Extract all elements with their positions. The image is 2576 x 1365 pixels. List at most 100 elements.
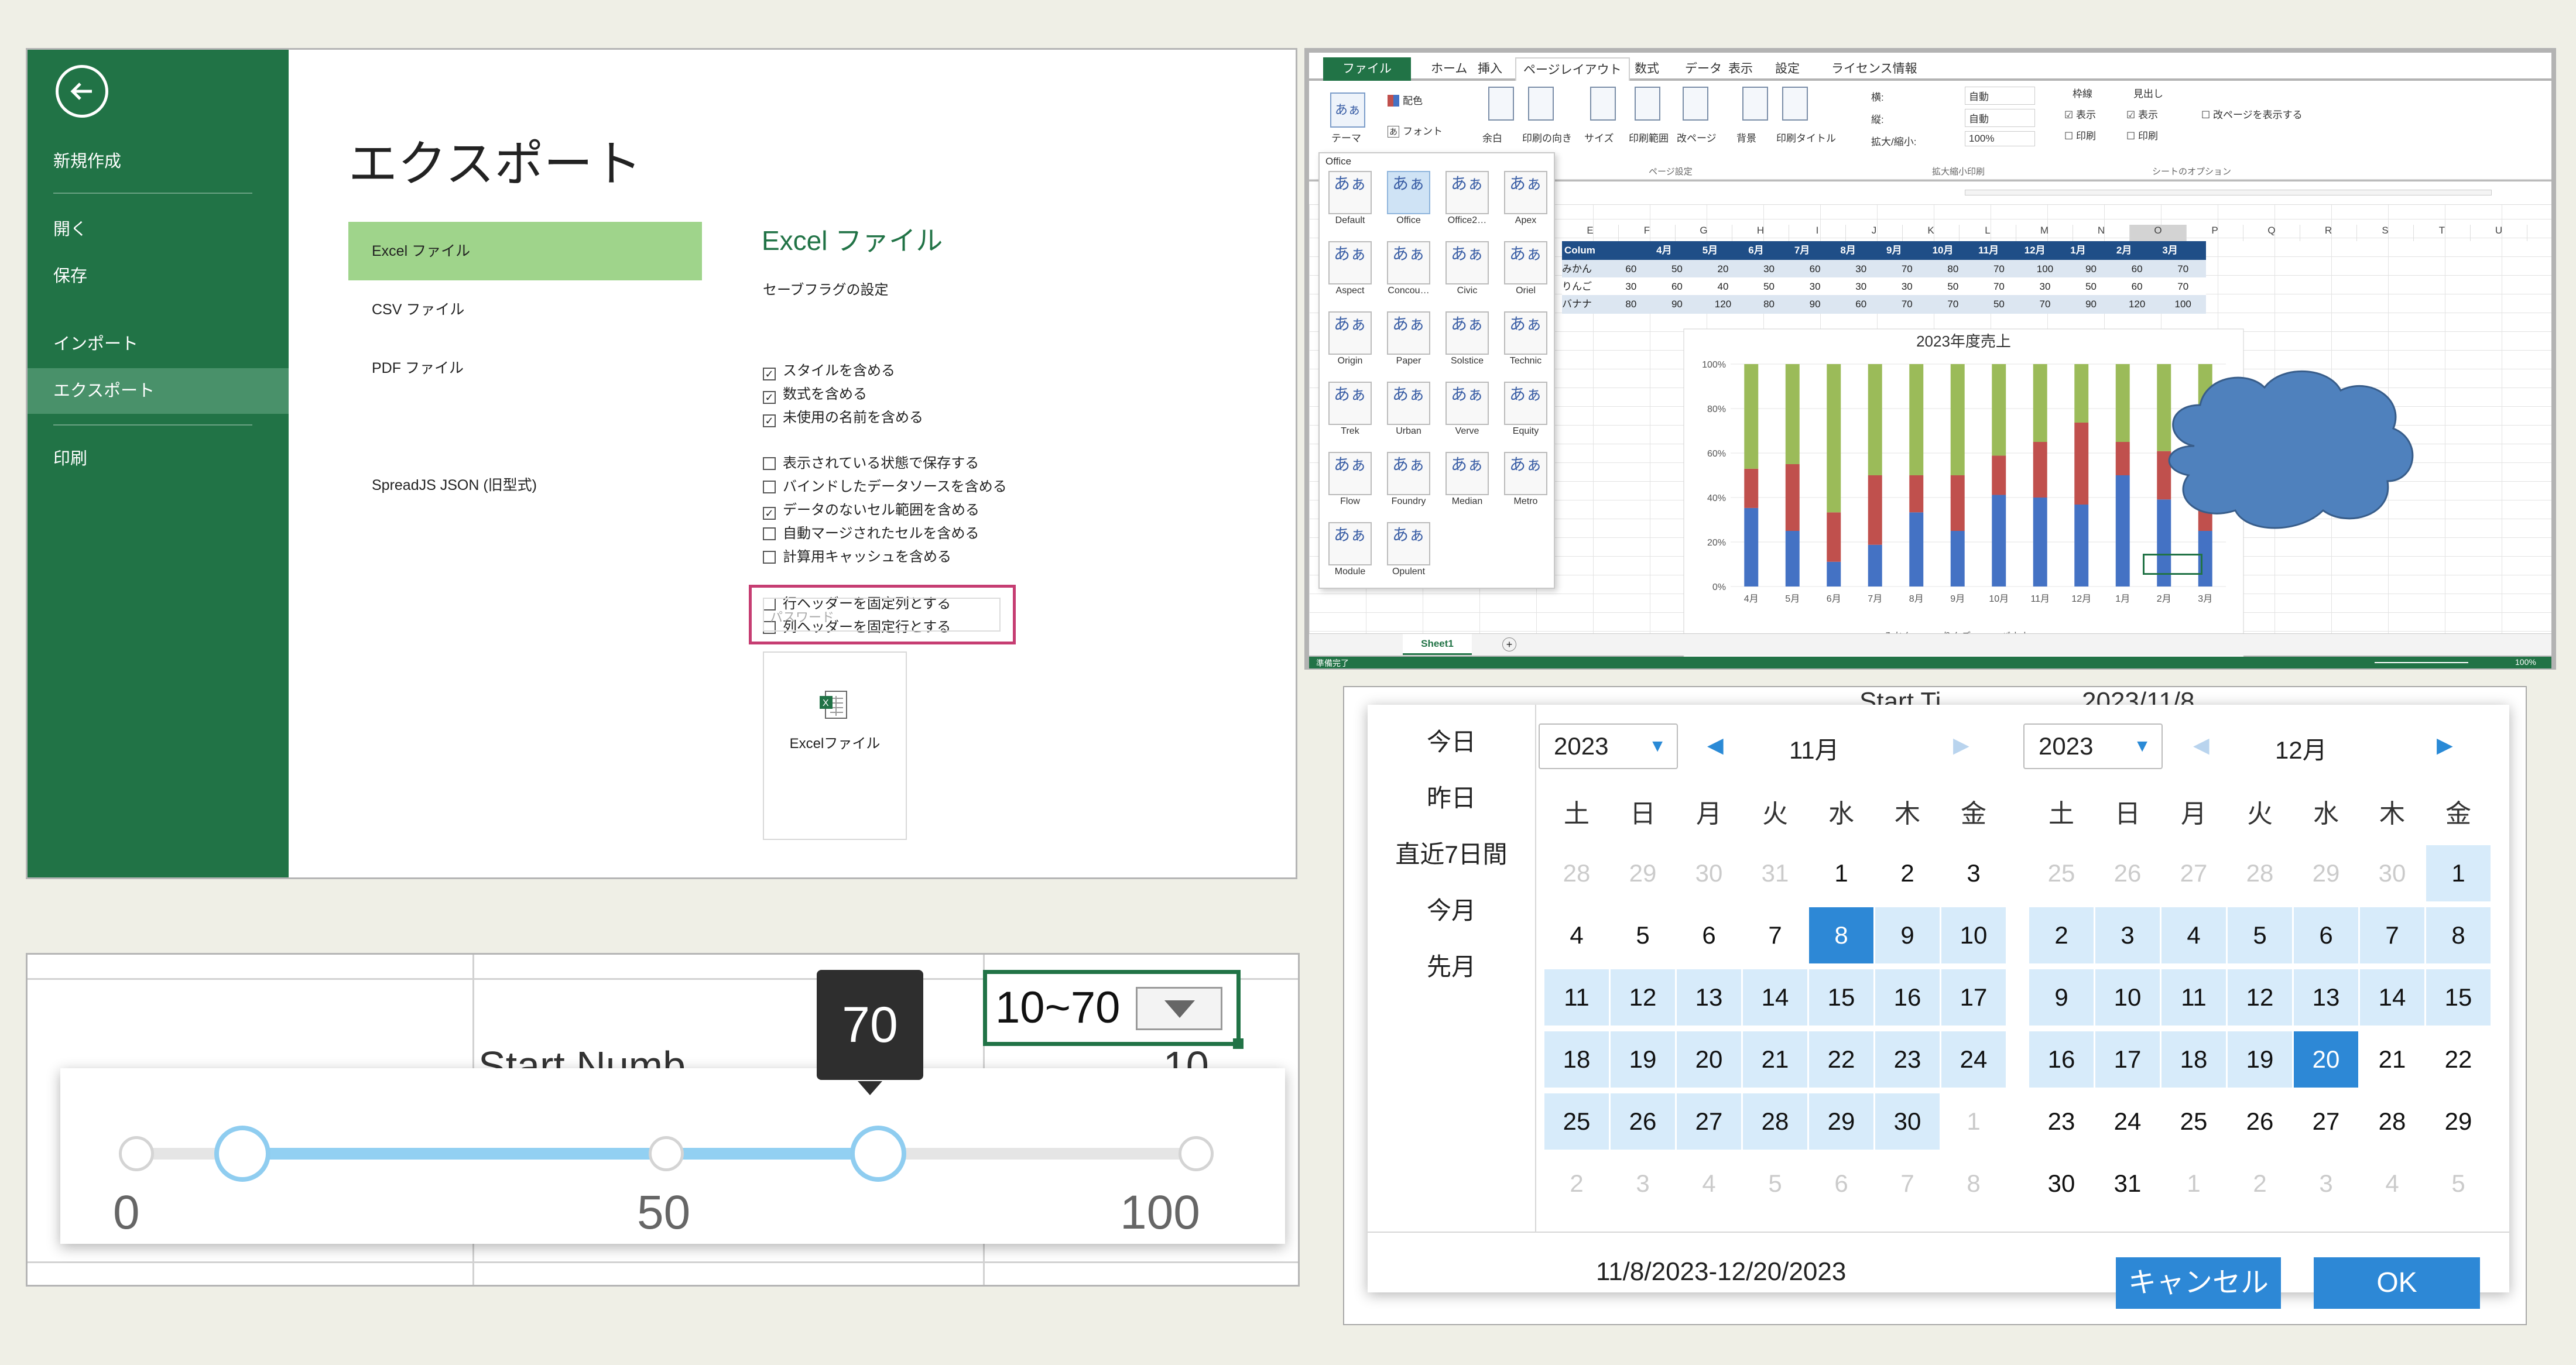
day-cell[interactable]: 10 xyxy=(2095,969,2160,1026)
day-cell[interactable]: 1 xyxy=(1941,1093,2006,1150)
day-cell[interactable]: 17 xyxy=(1941,969,2006,1026)
theme-option[interactable]: あぁ Urban xyxy=(1383,379,1434,448)
day-cell[interactable]: 4 xyxy=(1677,1155,1741,1212)
day-cell[interactable]: 9 xyxy=(1875,907,1940,963)
day-cell[interactable]: 1 xyxy=(2426,845,2491,901)
day-cell[interactable]: 19 xyxy=(2228,1031,2292,1088)
sidebar-item-print[interactable]: 印刷 xyxy=(28,436,289,482)
shortcut-item[interactable]: 今日 xyxy=(1368,722,1535,758)
slider-handle[interactable] xyxy=(850,1126,906,1182)
day-cell[interactable]: 31 xyxy=(1743,845,1807,901)
prev-month-icon[interactable]: ◀ xyxy=(1707,733,1724,757)
day-cell[interactable]: 14 xyxy=(1743,969,1807,1026)
day-cell[interactable]: 29 xyxy=(1809,1093,1873,1150)
theme-option[interactable]: あぁ Office xyxy=(1383,169,1434,238)
day-cell[interactable]: 24 xyxy=(1941,1031,2006,1088)
file-type-pdf[interactable]: PDF ファイル xyxy=(348,339,702,397)
day-cell[interactable]: 28 xyxy=(1544,845,1609,901)
day-cell[interactable]: 8 xyxy=(1809,907,1873,963)
theme-option[interactable]: あぁ Default xyxy=(1324,169,1376,238)
save-flag-checkbox[interactable]: ✓ スタイルを含める xyxy=(763,361,895,381)
theme-option[interactable]: あぁ Equity xyxy=(1500,379,1551,448)
day-cell[interactable]: 27 xyxy=(2294,1093,2358,1150)
day-cell[interactable]: 18 xyxy=(2161,1031,2226,1088)
day-cell[interactable]: 27 xyxy=(2161,845,2226,901)
save-flag-checkbox[interactable]: バインドしたデータソースを含める xyxy=(763,477,1007,497)
fill-handle[interactable] xyxy=(1233,1038,1244,1049)
save-flag-checkbox[interactable]: ✓ 数式を含める xyxy=(763,385,867,404)
sheet-tab-sheet1[interactable]: Sheet1 xyxy=(1403,634,1472,655)
day-cell[interactable]: 5 xyxy=(1611,907,1675,963)
theme-option[interactable]: あぁ Civic xyxy=(1441,239,1493,308)
day-cell[interactable]: 29 xyxy=(1611,845,1675,901)
day-cell[interactable]: 3 xyxy=(2294,1155,2358,1212)
day-cell[interactable]: 5 xyxy=(2228,907,2292,963)
day-cell[interactable]: 16 xyxy=(1875,969,1940,1026)
theme-option[interactable]: あぁ Verve xyxy=(1441,379,1493,448)
theme-option[interactable]: あぁ Aspect xyxy=(1324,239,1376,308)
day-cell[interactable]: 29 xyxy=(2426,1093,2491,1150)
day-cell[interactable]: 21 xyxy=(2360,1031,2424,1088)
add-sheet-icon[interactable]: + xyxy=(1502,637,1516,651)
theme-option[interactable]: あぁ Origin xyxy=(1324,309,1376,378)
day-cell[interactable]: 26 xyxy=(2095,845,2160,901)
shortcut-item[interactable]: 先月 xyxy=(1368,947,1535,983)
file-type-csv[interactable]: CSV ファイル xyxy=(348,280,702,339)
day-cell[interactable]: 4 xyxy=(2161,907,2226,963)
left-year-select[interactable]: 2023 ▼ xyxy=(1539,723,1678,769)
sidebar-item-export[interactable]: エクスポート xyxy=(28,368,289,414)
day-cell[interactable]: 10 xyxy=(1941,907,2006,963)
day-cell[interactable]: 26 xyxy=(1611,1093,1675,1150)
day-cell[interactable]: 4 xyxy=(2360,1155,2424,1212)
day-cell[interactable]: 8 xyxy=(1941,1155,2006,1212)
day-cell[interactable]: 13 xyxy=(1677,969,1741,1026)
day-cell[interactable]: 2 xyxy=(2228,1155,2292,1212)
day-cell[interactable]: 29 xyxy=(2294,845,2358,901)
theme-option[interactable]: あぁ Foundry xyxy=(1383,450,1434,519)
cloud-shape[interactable] xyxy=(2153,364,2423,534)
prev-month-icon[interactable]: ◀ xyxy=(2193,733,2210,757)
theme-option[interactable]: あぁ Concou… xyxy=(1383,239,1434,308)
day-cell[interactable]: 6 xyxy=(2294,907,2358,963)
range-cell[interactable]: 10~70 xyxy=(983,970,1244,1049)
zoom-slider[interactable] xyxy=(2375,662,2468,663)
day-cell[interactable]: 5 xyxy=(1743,1155,1807,1212)
save-flag-checkbox[interactable]: 自動マージされたセルを含める xyxy=(763,524,979,544)
day-cell[interactable]: 28 xyxy=(1743,1093,1807,1150)
day-cell[interactable]: 11 xyxy=(2161,969,2226,1026)
day-cell[interactable]: 21 xyxy=(1743,1031,1807,1088)
save-flag-checkbox[interactable]: 表示されている状態で保存する xyxy=(763,454,979,474)
day-cell[interactable]: 25 xyxy=(2161,1093,2226,1150)
day-cell[interactable]: 7 xyxy=(1875,1155,1940,1212)
export-excel-button[interactable]: X Excelファイル xyxy=(763,651,907,840)
theme-option[interactable]: あぁ Technic xyxy=(1500,309,1551,378)
day-cell[interactable]: 23 xyxy=(2029,1093,2094,1150)
day-cell[interactable]: 25 xyxy=(2029,845,2094,901)
day-cell[interactable]: 20 xyxy=(2294,1031,2358,1088)
day-cell[interactable]: 30 xyxy=(1875,1093,1940,1150)
selected-cell[interactable] xyxy=(2143,554,2202,575)
day-cell[interactable]: 24 xyxy=(2095,1093,2160,1150)
shortcut-item[interactable]: 今月 xyxy=(1368,891,1535,927)
day-cell[interactable]: 2 xyxy=(1875,845,1940,901)
theme-option[interactable]: あぁ Opulent xyxy=(1383,520,1434,589)
theme-option[interactable]: あぁ Median xyxy=(1441,450,1493,519)
day-cell[interactable]: 14 xyxy=(2360,969,2424,1026)
file-type-json[interactable]: SpreadJS JSON (旧型式) xyxy=(348,456,702,515)
day-cell[interactable]: 12 xyxy=(2228,969,2292,1026)
day-cell[interactable]: 3 xyxy=(2095,907,2160,963)
cancel-button[interactable]: キャンセル xyxy=(2116,1257,2281,1309)
day-cell[interactable]: 25 xyxy=(1544,1093,1609,1150)
day-cell[interactable]: 27 xyxy=(1677,1093,1741,1150)
theme-option[interactable]: あぁ Trek xyxy=(1324,379,1376,448)
day-cell[interactable]: 26 xyxy=(2228,1093,2292,1150)
day-cell[interactable]: 22 xyxy=(2426,1031,2491,1088)
sidebar-item-open[interactable]: 開く xyxy=(28,207,289,252)
shortcut-item[interactable]: 直近7日間 xyxy=(1368,835,1535,870)
theme-option[interactable]: あぁ Solstice xyxy=(1441,309,1493,378)
file-type-excel[interactable]: Excel ファイル xyxy=(348,222,702,280)
day-cell[interactable]: 1 xyxy=(1809,845,1873,901)
slider-handle[interactable] xyxy=(214,1126,270,1182)
day-cell[interactable]: 15 xyxy=(2426,969,2491,1026)
back-button[interactable] xyxy=(56,65,108,118)
